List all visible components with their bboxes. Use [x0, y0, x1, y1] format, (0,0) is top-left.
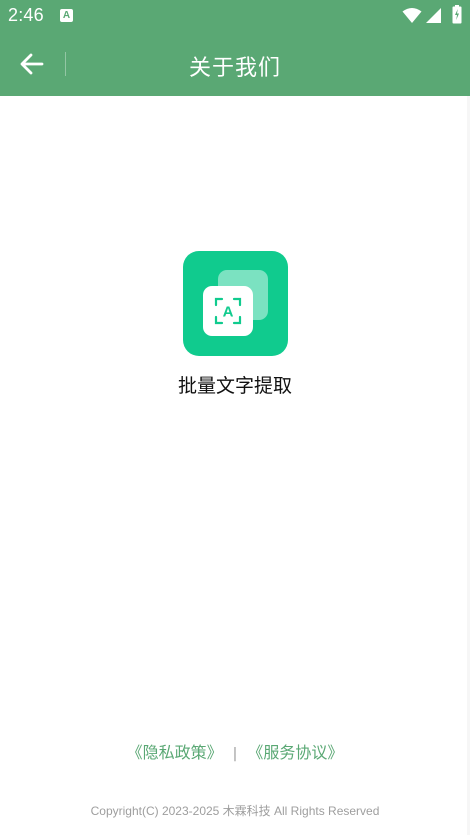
battery-icon: [452, 5, 462, 24]
logo-front-card: A: [203, 286, 253, 336]
app-logo: A: [183, 251, 288, 356]
page-title: 关于我们: [188, 56, 281, 81]
status-time: 2:46: [8, 5, 44, 25]
notification-icon: A: [60, 9, 73, 22]
service-agreement-link[interactable]: 《服务协议》: [247, 743, 343, 762]
wifi-icon: [402, 8, 422, 23]
app-name: 批量文字提取: [177, 375, 292, 397]
logo-letter: A: [223, 304, 234, 321]
privacy-policy-link[interactable]: 《隐私政策》: [127, 743, 223, 762]
status-bar: 2:46 A: [0, 0, 470, 32]
link-separator: |: [232, 746, 238, 762]
app-bar: 关于我们: [0, 32, 470, 96]
text-scan-icon: A: [214, 297, 242, 325]
policy-links: 《隐私政策》 | 《服务协议》: [0, 739, 470, 763]
copyright-text: Copyright(C) 2023-2025 木霖科技 All Rights R…: [90, 804, 380, 818]
signal-icon: [426, 8, 441, 23]
